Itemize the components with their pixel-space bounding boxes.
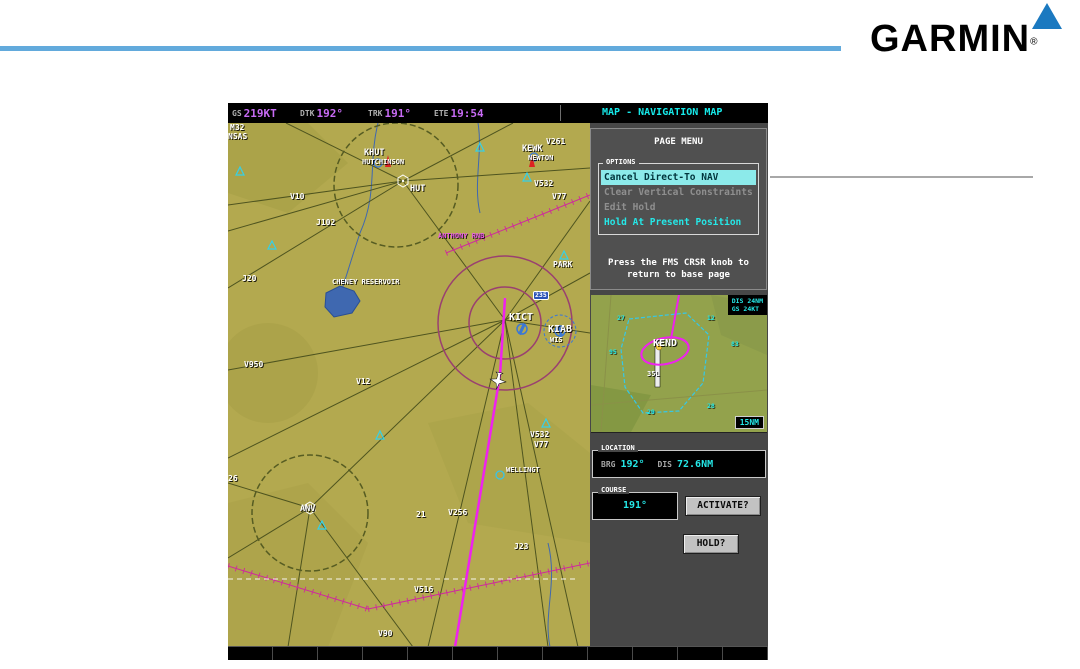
page-menu-item[interactable]: Hold At Present Position <box>601 215 756 230</box>
navigation-map: M32 NSAS KHUT HUTCHINSON KEWK NEWTON V261 V532 V… <box>228 123 590 647</box>
registered-mark: ® <box>1030 36 1038 48</box>
softkey[interactable] <box>228 647 273 660</box>
dtk-value: 192° <box>316 106 343 120</box>
fms-crsr-hint: Press the FMS CRSR knob to return to bas… <box>591 257 766 281</box>
fms-crsr-hint-line2: return to base page <box>627 270 730 280</box>
trk-field: TRK 191° <box>368 103 411 123</box>
softkey[interactable] <box>363 647 408 660</box>
gs-label: GS <box>232 108 242 118</box>
brg-label: BRG <box>601 459 616 469</box>
softkey[interactable] <box>633 647 678 660</box>
hold-button[interactable]: HOLD? <box>683 534 739 554</box>
status-bar: GS 219KT DTK 192° TRK 191° ETE 19:54 MAP… <box>228 103 768 124</box>
page-title: MAP - NAVIGATION MAP <box>602 107 723 118</box>
trk-value: 191° <box>384 106 411 120</box>
ete-value: 19:54 <box>450 106 484 120</box>
page-menu: PAGE MENU OPTIONS Cancel Direct-To NAV Cl… <box>590 128 767 290</box>
page-menu-item[interactable]: Cancel Direct-To NAV <box>601 170 756 185</box>
softkey[interactable] <box>543 647 588 660</box>
gs-field: GS 219KT <box>232 103 277 123</box>
inset-map-graphics <box>591 295 767 432</box>
inset-data-box: DIS 24NM GS 24KT <box>727 295 767 315</box>
dis-label: DIS <box>657 459 672 469</box>
manual-page: GARMIN® GS 219KT DTK 192° TRK 191° ETE 1… <box>0 0 1080 669</box>
options-group-label: OPTIONS <box>603 159 639 166</box>
softkey[interactable] <box>678 647 723 660</box>
header-rule <box>0 46 841 51</box>
garmin-logo-triangle-icon <box>1032 3 1062 29</box>
brg-value: 192° <box>620 458 645 470</box>
softkey[interactable] <box>498 647 543 660</box>
right-panel: PAGE MENU OPTIONS Cancel Direct-To NAV Cl… <box>590 123 768 647</box>
page-menu-title: PAGE MENU <box>654 137 703 147</box>
course-value-field[interactable]: 191° <box>593 493 677 518</box>
inset-data-line1: DIS 24NM <box>731 297 763 305</box>
softkey[interactable] <box>273 647 318 660</box>
ete-label: ETE <box>434 108 449 118</box>
dis-value: 72.6NM <box>677 458 714 470</box>
garmin-logo-text: GARMIN <box>870 18 1031 60</box>
trk-label: TRK <box>368 108 383 118</box>
course-group: COURSE 191° <box>592 487 678 520</box>
location-values-row: BRG 192° DIS 72.6NM <box>593 451 765 477</box>
page-menu-item[interactable]: Clear Vertical Constraints <box>601 185 756 200</box>
status-bar-divider <box>560 105 561 121</box>
page-menu-item[interactable]: Edit Hold <box>601 200 756 215</box>
navigation-map-graphics <box>228 123 590 647</box>
location-group-label: LOCATION <box>598 445 638 452</box>
softkey-bar <box>228 646 768 660</box>
course-group-label: COURSE <box>598 487 630 494</box>
softkey[interactable] <box>408 647 453 660</box>
softkey[interactable] <box>453 647 498 660</box>
softkey[interactable] <box>318 647 363 660</box>
inset-range-badge: 15NM <box>734 416 764 429</box>
inset-data-line2: GS 24KT <box>731 305 760 313</box>
softkey[interactable] <box>588 647 633 660</box>
mfd-screenshot: GS 219KT DTK 192° TRK 191° ETE 19:54 MAP… <box>228 103 768 660</box>
location-group: LOCATION BRG 192° DIS 72.6NM <box>592 445 766 478</box>
dtk-field: DTK 192° <box>300 103 343 123</box>
callout-line <box>770 176 1033 178</box>
fms-crsr-hint-line1: Press the FMS CRSR knob to <box>608 258 749 268</box>
dtk-label: DTK <box>300 108 315 118</box>
ete-field: ETE 19:54 <box>434 103 484 123</box>
options-group: OPTIONS Cancel Direct-To NAV Clear Vertic… <box>598 159 759 235</box>
activate-button[interactable]: ACTIVATE? <box>685 496 761 516</box>
direct-to-inset-map: 27 12 95 KEND 83 35L 28 29 DIS 24NM GS 24KT 15N… <box>591 295 767 433</box>
softkey[interactable] <box>723 647 768 660</box>
gs-value: 219KT <box>243 106 277 120</box>
